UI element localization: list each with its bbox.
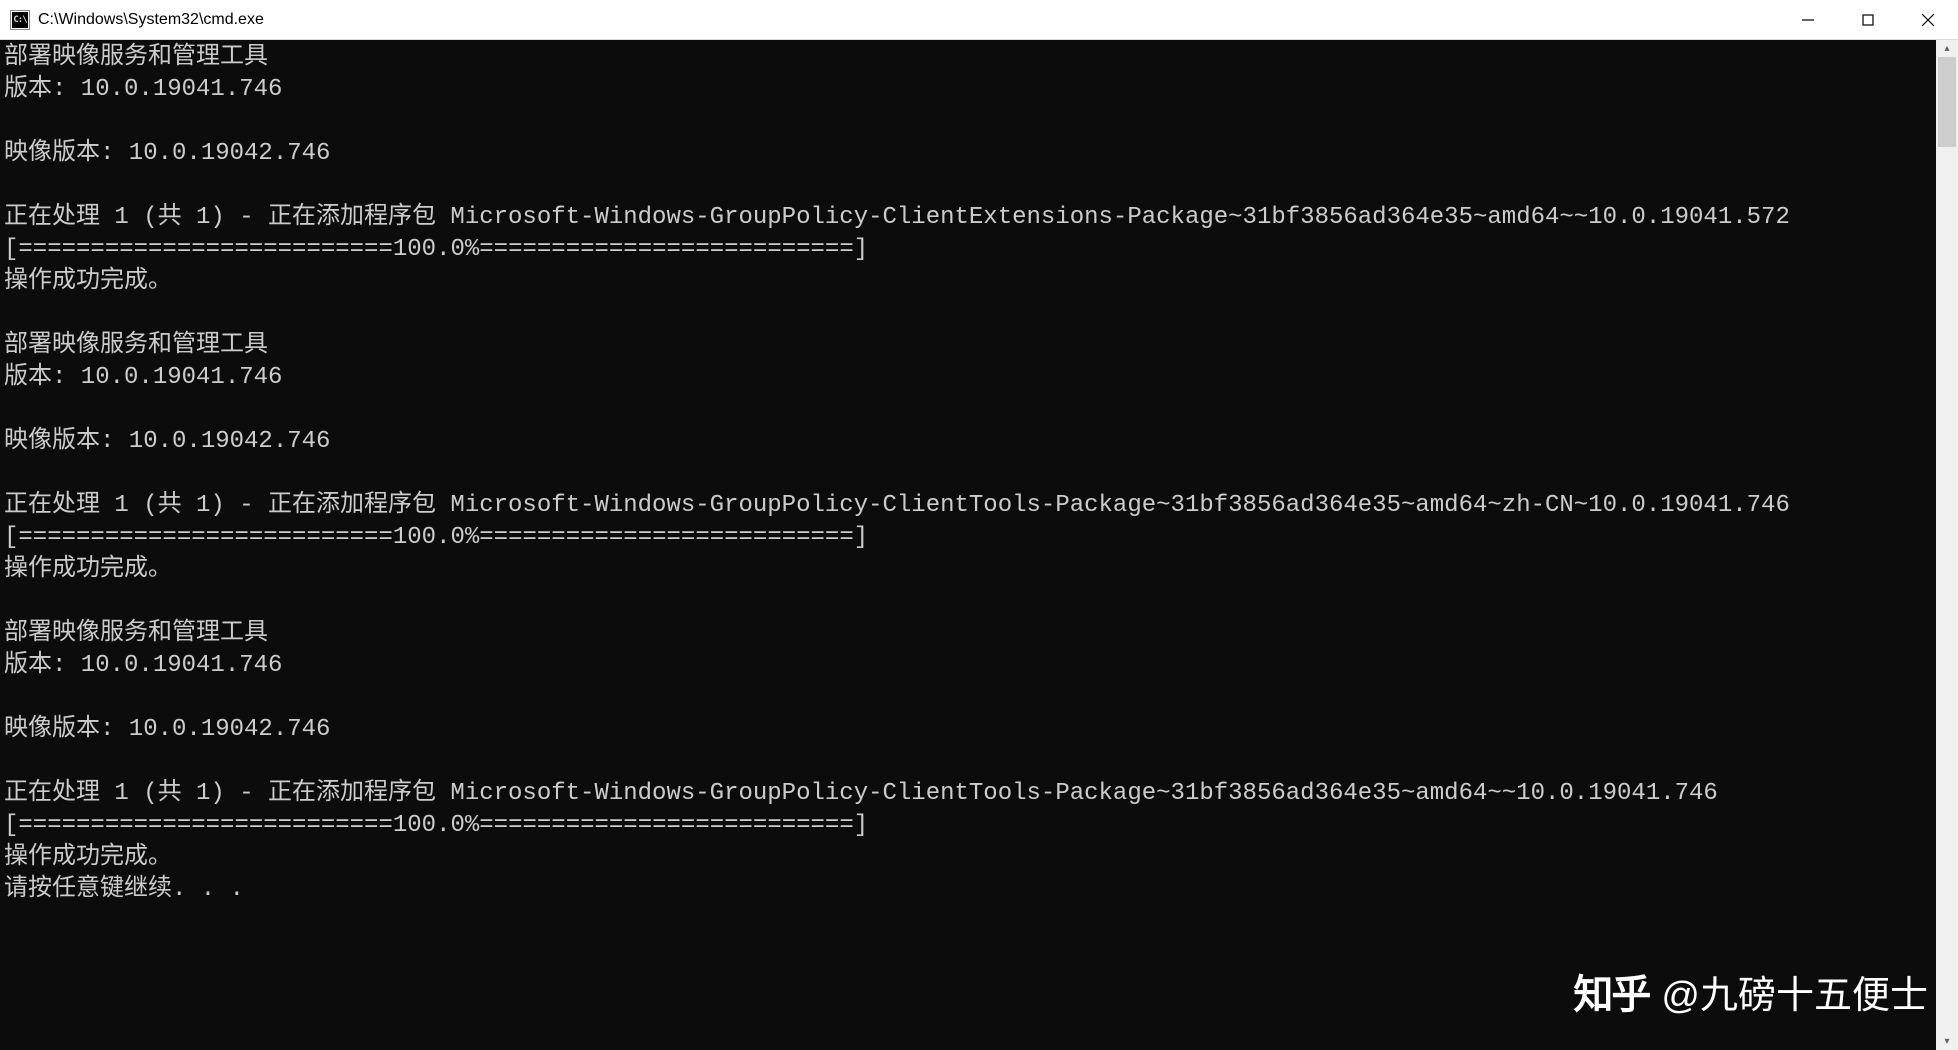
- minimize-icon: [1801, 13, 1815, 27]
- scroll-down-arrow[interactable]: ▾: [1936, 1033, 1958, 1050]
- window-title: C:\Windows\System32\cmd.exe: [38, 11, 264, 29]
- maximize-button[interactable]: [1838, 0, 1898, 40]
- titlebar[interactable]: C:\ C:\Windows\System32\cmd.exe: [0, 0, 1958, 40]
- terminal-output[interactable]: 部署映像服务和管理工具 版本: 10.0.19041.746 映像版本: 10.…: [0, 40, 1936, 1050]
- close-icon: [1920, 12, 1936, 28]
- close-button[interactable]: [1898, 0, 1958, 40]
- vertical-scrollbar[interactable]: ▴ ▾: [1936, 40, 1958, 1050]
- scrollbar-thumb[interactable]: [1938, 57, 1956, 147]
- cmd-icon: C:\: [10, 10, 30, 30]
- minimize-button[interactable]: [1778, 0, 1838, 40]
- maximize-icon: [1861, 13, 1875, 27]
- scroll-up-arrow[interactable]: ▴: [1936, 40, 1958, 57]
- terminal-area: 部署映像服务和管理工具 版本: 10.0.19041.746 映像版本: 10.…: [0, 40, 1958, 1050]
